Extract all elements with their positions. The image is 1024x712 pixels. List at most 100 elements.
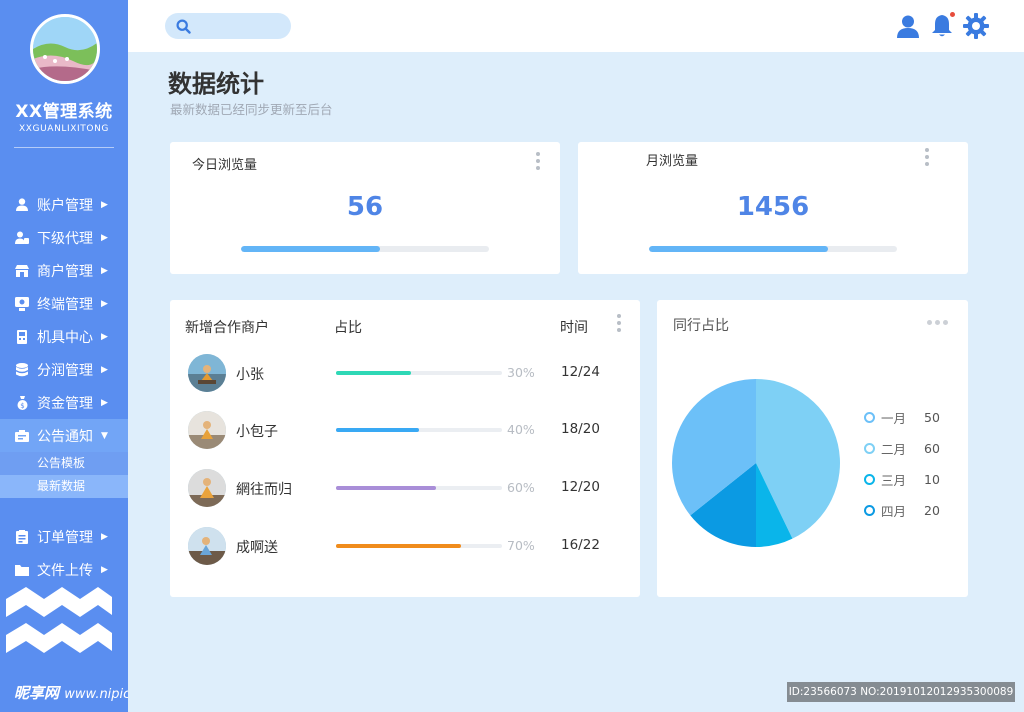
month-views-label: 月浏览量 xyxy=(646,154,699,169)
folder-icon xyxy=(15,563,29,577)
ratio-percent: 70% xyxy=(507,538,535,553)
legend-item[interactable]: 四月 20 xyxy=(864,502,940,519)
today-views-value: 56 xyxy=(346,192,384,222)
legend-item[interactable]: 三月 10 xyxy=(864,471,940,488)
caret-right-icon: ▶ xyxy=(101,397,108,408)
ratio-percent: 60% xyxy=(507,480,535,495)
store-icon xyxy=(15,264,29,278)
sidebar-item-agents[interactable]: 下级代理 ▶ xyxy=(0,221,128,254)
ratio-percent: 40% xyxy=(507,422,535,437)
caret-right-icon: ▶ xyxy=(101,298,108,309)
watermark-right: ID:23566073 NO:20191012012935300089 xyxy=(787,682,1015,702)
month-views-progress-fill xyxy=(649,246,828,252)
device-icon xyxy=(15,329,29,344)
table-row[interactable]: 網往而归 60% 12/20 xyxy=(170,469,640,509)
avatar xyxy=(188,469,226,507)
merchant-name: 小包子 xyxy=(236,424,278,440)
sidebar-item-terminals[interactable]: 终端管理 ▶ xyxy=(0,287,128,320)
ratio-progress xyxy=(336,544,502,548)
caret-right-icon: ▶ xyxy=(101,564,108,575)
search-box[interactable] xyxy=(165,13,291,39)
legend-ring-icon xyxy=(864,411,875,423)
merchant-time: 18/20 xyxy=(561,421,600,437)
page-subtitle: 最新数据已经同步更新至后台 xyxy=(170,102,333,117)
caret-right-icon: ▶ xyxy=(101,364,108,375)
month-views-card: 月浏览量 1456 xyxy=(578,142,968,274)
merchant-time: 12/24 xyxy=(561,364,600,380)
more-horizontal-icon[interactable] xyxy=(927,320,948,325)
legend-item[interactable]: 二月 60 xyxy=(864,440,940,457)
brand-divider xyxy=(14,147,114,148)
topbar xyxy=(128,0,1024,52)
today-views-label: 今日浏览量 xyxy=(192,158,258,173)
notification-dot xyxy=(950,12,955,17)
merchant-name: 成啊送 xyxy=(236,540,278,556)
watermark-left-url: www.nipic.cn xyxy=(64,687,128,702)
legend-ring-icon xyxy=(864,504,875,516)
chart-title: 同行占比 xyxy=(673,318,729,334)
ratio-progress xyxy=(336,486,502,490)
page-title: 数据统计 xyxy=(168,70,264,98)
more-vertical-icon[interactable] xyxy=(923,148,931,166)
sidebar-subitem-templates[interactable]: 公告模板 xyxy=(0,452,128,475)
merchant-name: 小张 xyxy=(236,367,264,383)
header-merchant-name: 新增合作商户 xyxy=(185,320,269,336)
sidebar-item-label: 分润管理 xyxy=(37,362,93,379)
terminal-icon xyxy=(15,296,29,311)
legend-label: 二月 xyxy=(881,441,907,457)
sidebar-item-upload[interactable]: 文件上传 ▶ xyxy=(0,553,128,586)
more-vertical-icon[interactable] xyxy=(615,314,623,332)
sidebar-item-label: 账户管理 xyxy=(37,197,93,214)
brand-title: XX管理系统 xyxy=(15,102,113,122)
database-icon xyxy=(15,362,29,377)
legend-item[interactable]: 一月 50 xyxy=(864,409,940,426)
search-input[interactable] xyxy=(195,17,283,35)
avatar xyxy=(188,527,226,565)
ratio-progress-fill xyxy=(336,544,461,548)
sidebar-item-account[interactable]: 账户管理 ▶ xyxy=(0,188,128,221)
sidebar: XX管理系统 XXGUANLIXITONG 账户管理 ▶ 下级代理 ▶ 商户管理… xyxy=(0,0,128,712)
brand-subtitle: XXGUANLIXITONG xyxy=(19,124,109,134)
notices-submenu: 公告模板 最新数据 xyxy=(0,452,128,498)
notice-icon xyxy=(15,429,29,443)
sidebar-subitem-latest-data[interactable]: 最新数据 xyxy=(0,475,128,498)
search-icon xyxy=(176,19,191,38)
caret-right-icon: ▶ xyxy=(101,531,108,542)
table-row[interactable]: 小张 30% 12/24 xyxy=(170,354,640,394)
sidebar-item-funds[interactable]: $ 资金管理 ▶ xyxy=(0,386,128,419)
today-views-card: 今日浏览量 56 xyxy=(170,142,560,274)
user-icon xyxy=(15,198,29,212)
table-row[interactable]: 成啊送 70% 16/22 xyxy=(170,527,640,567)
legend-label: 一月 xyxy=(881,410,907,426)
sidebar-item-label: 资金管理 xyxy=(37,395,93,412)
sidebar-item-label: 公告通知 xyxy=(37,428,93,445)
month-views-value: 1456 xyxy=(736,192,810,222)
sidebar-item-merchants[interactable]: 商户管理 ▶ xyxy=(0,254,128,287)
header-time: 时间 xyxy=(560,320,588,336)
gear-icon[interactable] xyxy=(962,12,990,40)
caret-right-icon: ▶ xyxy=(101,331,108,342)
sidebar-item-label: 终端管理 xyxy=(37,296,93,313)
legend-label: 四月 xyxy=(881,503,907,519)
agent-icon xyxy=(15,231,29,245)
sidebar-item-devices[interactable]: 机具中心 ▶ xyxy=(0,320,128,353)
caret-right-icon: ▶ xyxy=(101,199,108,210)
sidebar-item-orders[interactable]: 订单管理 ▶ xyxy=(0,520,128,553)
ratio-progress xyxy=(336,428,502,432)
ratio-progress-fill xyxy=(336,486,436,490)
money-bag-icon: $ xyxy=(15,395,29,410)
legend-value: 50 xyxy=(924,409,940,425)
user-profile-icon[interactable] xyxy=(894,12,922,40)
sidebar-item-notices[interactable]: 公告通知 ▼ xyxy=(0,419,128,452)
ratio-percent: 30% xyxy=(507,365,535,380)
today-views-progress xyxy=(241,246,489,252)
more-vertical-icon[interactable] xyxy=(534,152,542,170)
sidebar-menu: 账户管理 ▶ 下级代理 ▶ 商户管理 ▶ 终端管理 ▶ 机具中心 ▶ 分润管理 … xyxy=(0,188,128,586)
order-icon xyxy=(15,529,29,544)
sidebar-item-profit[interactable]: 分润管理 ▶ xyxy=(0,353,128,386)
legend-ring-icon xyxy=(864,442,875,454)
table-row[interactable]: 小包子 40% 18/20 xyxy=(170,411,640,451)
legend-label: 三月 xyxy=(881,472,907,488)
peer-share-card: 同行占比 一月 50 二月 60 三月 10 四月 20 xyxy=(657,300,968,597)
ratio-progress-fill xyxy=(336,371,411,375)
